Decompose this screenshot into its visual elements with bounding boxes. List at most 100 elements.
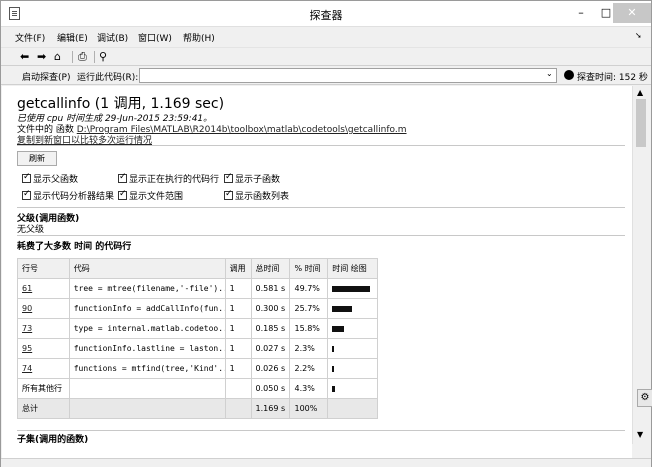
menu-window[interactable]: 窗口(W) — [138, 31, 172, 44]
menu-edit[interactable]: 编辑(E) — [57, 31, 88, 44]
menu-overflow-icon[interactable]: ➘ — [635, 31, 642, 40]
show-parents-checkbox[interactable]: 显示父函数 — [22, 172, 78, 185]
menu-bar: 文件(F) 编辑(E) 调试(B) 窗口(W) 帮助(H) ➘ — [1, 28, 651, 46]
percent-time-cell: 2.3% — [289, 338, 329, 359]
checkbox-check-icon — [22, 189, 31, 200]
forward-arrow-icon[interactable]: ➡ — [37, 49, 46, 64]
dock-tool-icon[interactable]: ⚙ — [637, 389, 652, 407]
scroll-up-icon[interactable]: ▲ — [637, 88, 643, 97]
checkbox-check-icon — [118, 189, 127, 200]
percent-time-cell: 100% — [289, 398, 329, 419]
option-label: 显示正在执行的代码行 — [129, 175, 220, 185]
table-row: 73 type = internal.matlab.codetoo... 1 0.18… — [17, 318, 378, 339]
table-row: 74 functions = mtfind(tree,'Kind'... 1 0.02… — [17, 358, 378, 379]
find-icon[interactable]: ⚲ — [99, 49, 107, 64]
line-number-link[interactable]: 61 — [17, 278, 70, 299]
menu-file[interactable]: 文件(F) — [15, 31, 45, 44]
column-header[interactable]: 代码 — [68, 258, 226, 279]
show-children-checkbox[interactable]: 显示子函数 — [224, 172, 280, 185]
children-heading: 子集(调用的函数) — [17, 435, 89, 445]
start-profiling-button[interactable]: 启动探查(P) — [22, 70, 70, 83]
total-time-cell: 0.185 s — [250, 318, 291, 339]
column-header[interactable]: 调用 — [224, 258, 252, 279]
toolbar: ⬅ ➡ ⌂ ⎙ ⚲ — [1, 47, 651, 65]
time-plot-cell — [327, 338, 378, 359]
home-icon[interactable]: ⌂ — [54, 49, 61, 64]
run-code-input[interactable] — [139, 68, 557, 83]
divider — [17, 145, 625, 146]
busy-lines-heading: 耗费了大多数 时间 的代码行 — [17, 242, 132, 252]
time-plot-cell — [327, 378, 378, 399]
percent-time-cell: 4.3% — [289, 378, 329, 399]
divider — [17, 207, 625, 208]
code-cell: functionInfo.lastline = laston... — [68, 338, 226, 359]
scroll-down-icon[interactable]: ▼ — [637, 430, 643, 439]
time-plot-cell — [327, 318, 378, 339]
table-row-total: 总计 1.169 s 100% — [17, 398, 378, 419]
report-content: getcallinfo (1 调用, 1.169 sec) 已使用 cpu 时间… — [2, 86, 632, 458]
show-function-listing-checkbox[interactable]: 显示函数列表 — [224, 189, 289, 202]
column-header: 时间 绘图 — [327, 258, 378, 279]
clock-icon — [564, 70, 574, 80]
table-row: 95 functionInfo.lastline = laston... 1 0.02… — [17, 338, 378, 359]
show-file-coverage-checkbox[interactable]: 显示文件范围 — [118, 189, 183, 202]
time-plot-cell — [327, 298, 378, 319]
calls-cell: 1 — [224, 278, 252, 299]
code-cell: tree = mtree(filename,'-file')... — [68, 278, 226, 299]
column-header[interactable]: 总时间 — [250, 258, 291, 279]
column-header[interactable]: % 时间 — [289, 258, 329, 279]
time-plot-cell — [327, 358, 378, 379]
percent-time-cell: 15.8% — [289, 318, 329, 339]
code-cell — [68, 398, 226, 419]
total-time-cell: 0.050 s — [250, 378, 291, 399]
calls-cell — [224, 398, 252, 419]
line-number-link[interactable]: 95 — [17, 338, 70, 359]
code-cell: type = internal.matlab.codetoo... — [68, 318, 226, 339]
table-row: 61 tree = mtree(filename,'-file')... 1 0.58… — [17, 278, 378, 299]
line-number-link[interactable]: 90 — [17, 298, 70, 319]
chevron-down-icon[interactable]: ⌄ — [546, 69, 553, 78]
profile-time-label: 探查时间: 152 秒 — [577, 73, 648, 83]
total-time-cell: 0.026 s — [250, 358, 291, 379]
time-bar — [332, 345, 335, 352]
line-number-link[interactable]: 74 — [17, 358, 70, 379]
window-title: 探查器 — [309, 9, 343, 22]
parents-value: 无父级 — [17, 225, 45, 235]
show-analyzer-results-checkbox[interactable]: 显示代码分析器结果 — [22, 189, 114, 202]
calls-cell: 1 — [224, 318, 252, 339]
table-row-other: 所有其他行 0.050 s 4.3% — [17, 378, 378, 399]
total-time-cell: 0.027 s — [250, 338, 291, 359]
calls-cell — [224, 378, 252, 399]
back-arrow-icon[interactable]: ⬅ — [20, 49, 29, 64]
time-bar — [332, 325, 345, 332]
refresh-button[interactable]: 刷新 — [17, 151, 57, 166]
percent-time-cell: 25.7% — [289, 298, 329, 319]
total-time-cell: 0.581 s — [250, 278, 291, 299]
minimize-button[interactable]: – — [568, 3, 594, 23]
option-label: 显示父函数 — [33, 175, 79, 185]
print-icon[interactable]: ⎙ — [78, 49, 87, 64]
scroll-thumb[interactable] — [636, 99, 646, 147]
divider — [17, 235, 625, 236]
column-header[interactable]: 行号 — [17, 258, 70, 279]
show-busy-lines-checkbox[interactable]: 显示正在执行的代码行 — [118, 172, 219, 185]
toolbar-separator — [72, 51, 73, 63]
line-number-link[interactable]: 73 — [17, 318, 70, 339]
run-bar: 启动探查(P) 运行此代码(R): ⌄ 探查时间: 152 秒 — [1, 65, 651, 85]
table-row: 90 functionInfo = addCallInfo(fun... 1 0.30… — [17, 298, 378, 319]
code-cell: functions = mtfind(tree,'Kind'... — [68, 358, 226, 379]
calls-cell: 1 — [224, 358, 252, 379]
code-cell — [68, 378, 226, 399]
option-label: 显示函数列表 — [235, 192, 290, 202]
menu-help[interactable]: 帮助(H) — [183, 31, 215, 44]
time-plot-cell — [327, 398, 378, 419]
checkbox-check-icon — [224, 172, 233, 183]
total-time-cell: 0.300 s — [250, 298, 291, 319]
function-title: getcallinfo (1 调用, 1.169 sec) — [17, 96, 225, 112]
time-plot-cell — [327, 278, 378, 299]
menu-debug[interactable]: 调试(B) — [97, 31, 128, 44]
total-time-cell: 1.169 s — [250, 398, 291, 419]
close-button[interactable]: ✕ — [613, 3, 651, 23]
calls-cell: 1 — [224, 298, 252, 319]
time-bar — [332, 385, 336, 392]
